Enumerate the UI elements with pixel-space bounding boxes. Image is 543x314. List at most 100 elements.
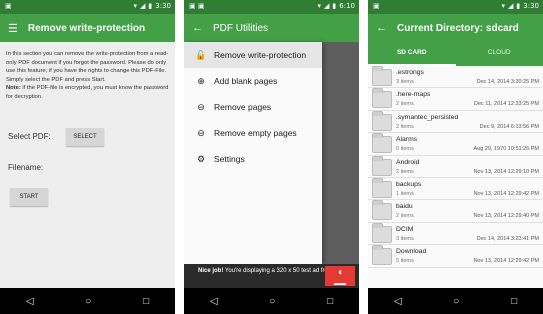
menu-item-label: Add blank pages [214, 76, 278, 86]
item-count: 5 items [396, 258, 414, 265]
list-item[interactable]: Alarms 0 items Aug 29, 1970 10:51:26 PM [368, 133, 543, 156]
item-count: 2 items [396, 101, 414, 108]
list-item[interactable]: backups 1 items Nov 13, 2014 12:29:42 PM [368, 177, 543, 201]
list-item[interactable]: DCIM 3 items Dec 14, 2014 3:23:41 PM [368, 222, 543, 246]
modified-date: Aug 29, 1970 10:51:26 PM [473, 146, 539, 153]
menu-item-remove-empty-pages[interactable]: ⊖ Remove empty pages [184, 120, 322, 146]
folder-icon [372, 110, 392, 131]
back-nav-icon[interactable]: ◁ [394, 296, 402, 307]
folder-name: DCIM [396, 225, 414, 233]
battery-icon: ▮ [516, 2, 521, 10]
ad-banner[interactable]: Nice job! You're displaying a 320 x 50 t… [184, 264, 359, 288]
modified-date: Nov 13, 2014 12:29:42 PM [473, 258, 539, 265]
modified-date: Nov 13, 2014 12:29:10 PM [473, 168, 539, 175]
page-title: Remove write-protection [27, 22, 146, 34]
nav-bar: ◁ ○ □ [368, 288, 543, 314]
status-time: 3:30 [523, 2, 539, 10]
battery-icon: ▮ [332, 2, 337, 10]
start-button[interactable]: START [10, 188, 48, 206]
wifi-icon: ▾ [133, 2, 138, 10]
note-body: if the PDF-file is encrypted, you must k… [6, 85, 169, 100]
folder-icon [372, 155, 392, 176]
list-item[interactable]: .symantec_persisted 2 items Dec 9, 2014 6:… [368, 110, 543, 134]
select-button[interactable]: SELECT [66, 128, 104, 146]
list-item[interactable]: baidu 2 items Nov 13, 2014 12:29:40 PM [368, 200, 543, 223]
divider [175, 0, 184, 314]
status-bar: ▣ ▾ ◢ ▮ 3:30 [368, 0, 543, 14]
arrow-left-icon[interactable]: ← [192, 22, 203, 34]
divider [359, 0, 368, 314]
folder-icon [372, 245, 392, 266]
page-title: PDF Utilities [213, 22, 269, 34]
note-text: Note: if the PDF-file is encrypted, you … [6, 84, 169, 101]
back-nav-icon[interactable]: ◁ [210, 296, 218, 307]
modified-date: Dec 11, 2014 12:33:25 PM [473, 101, 539, 108]
notification-icon: ▣ [373, 2, 380, 10]
signal-icon: ◢ [508, 2, 514, 10]
folder-name: backups [396, 180, 422, 188]
filename-label: Filename: [8, 163, 44, 172]
folder-icon [372, 222, 392, 243]
unlock-icon: 🔓 [195, 49, 207, 60]
tab-bar: SD CARD CLOUD [368, 42, 543, 66]
folder-name: .estrongs [396, 69, 424, 76]
modified-date: Nov 13, 2014 12:29:42 PM [473, 190, 539, 197]
intro-text: In this section you can remove the write… [6, 51, 169, 83]
folder-icon [372, 88, 392, 109]
signal-icon: ◢ [324, 2, 330, 10]
screen-file-browser: ▣ ▾ ◢ ▮ 3:30 ← Current Directory: sdcard… [368, 0, 543, 314]
folder-name: Android [396, 158, 420, 166]
arrow-left-icon[interactable]: ← [376, 22, 387, 34]
folder-name: baidu [396, 203, 413, 211]
status-time: 6:10 [339, 2, 355, 10]
menu-item-remove-write-protection[interactable]: 🔓 Remove write-protection [184, 42, 322, 68]
modified-date: Nov 13, 2014 12:29:40 PM [473, 213, 539, 220]
back-nav-icon[interactable]: ◁ [26, 296, 34, 307]
gear-icon: ⚙ [196, 153, 206, 164]
status-bar: ▣ ▣ ▾ ◢ ▮ 6:10 [184, 0, 359, 14]
menu-item-label: Remove write-protection [214, 50, 307, 60]
list-item[interactable]: .estrongs 3 items Dec 14, 2014 3:30:25 PM [368, 66, 543, 89]
nav-bar: ◁ ○ □ [184, 288, 359, 314]
background-content [322, 42, 359, 288]
note-label: Note: [6, 85, 21, 92]
status-time: 3:30 [155, 2, 171, 10]
plus-circle-icon: ⊕ [197, 75, 205, 86]
folder-icon [372, 66, 392, 86]
page-title: Current Directory: sdcard [397, 22, 519, 34]
hamburger-icon[interactable]: ☰ [8, 22, 18, 35]
home-nav-icon[interactable]: ○ [85, 296, 91, 307]
menu-item-label: Remove pages [214, 102, 272, 112]
menu-item-add-blank-pages[interactable]: ⊕ Add blank pages [184, 68, 322, 94]
modified-date: Dec 14, 2014 3:30:25 PM [476, 79, 539, 85]
list-item[interactable]: Download 5 items Nov 13, 2014 12:29:42 PM [368, 245, 543, 268]
folder-name: Alarms [396, 136, 418, 144]
screen-pdf-utilities: ▣ ▣ ▾ ◢ ▮ 6:10 ← PDF Utilities 🔓 Remove w… [184, 0, 359, 314]
modified-date: Dec 9, 2014 6:13:56 PM [479, 123, 539, 130]
battery-icon: ▮ [148, 2, 153, 10]
home-nav-icon[interactable]: ○ [453, 296, 459, 307]
tab-cloud[interactable]: CLOUD [456, 42, 543, 66]
notification-icon: ▣ [5, 2, 12, 10]
ad-title: Nice job! [198, 268, 224, 274]
recents-nav-icon[interactable]: □ [511, 296, 517, 307]
item-count: 1 items [396, 190, 414, 197]
wifi-icon: ▾ [501, 2, 506, 10]
list-item[interactable]: .here-maps 2 items Dec 11, 2014 12:33:25 P… [368, 88, 543, 111]
admob-logo: ◖ ▬▬ [325, 266, 355, 287]
menu-item-settings[interactable]: ⚙ Settings [184, 146, 322, 172]
item-count: 0 items [396, 146, 414, 153]
folder-icon [372, 177, 392, 198]
recents-nav-icon[interactable]: □ [143, 296, 149, 307]
home-nav-icon[interactable]: ○ [269, 296, 275, 307]
folder-name: Download [396, 248, 427, 256]
recents-nav-icon[interactable]: □ [327, 296, 333, 307]
tab-sd-card[interactable]: SD CARD [368, 42, 456, 66]
menu-item-label: Remove empty pages [214, 128, 297, 138]
menu-item-remove-pages[interactable]: ⊖ Remove pages [184, 94, 322, 120]
select-pdf-label: Select PDF: [8, 132, 51, 141]
item-count: 2 items [396, 213, 414, 220]
item-count: 3 items [396, 79, 414, 85]
list-item[interactable]: Android 2 items Nov 13, 2014 12:29:10 PM [368, 155, 543, 178]
minus-circle-icon: ⊖ [197, 127, 205, 138]
